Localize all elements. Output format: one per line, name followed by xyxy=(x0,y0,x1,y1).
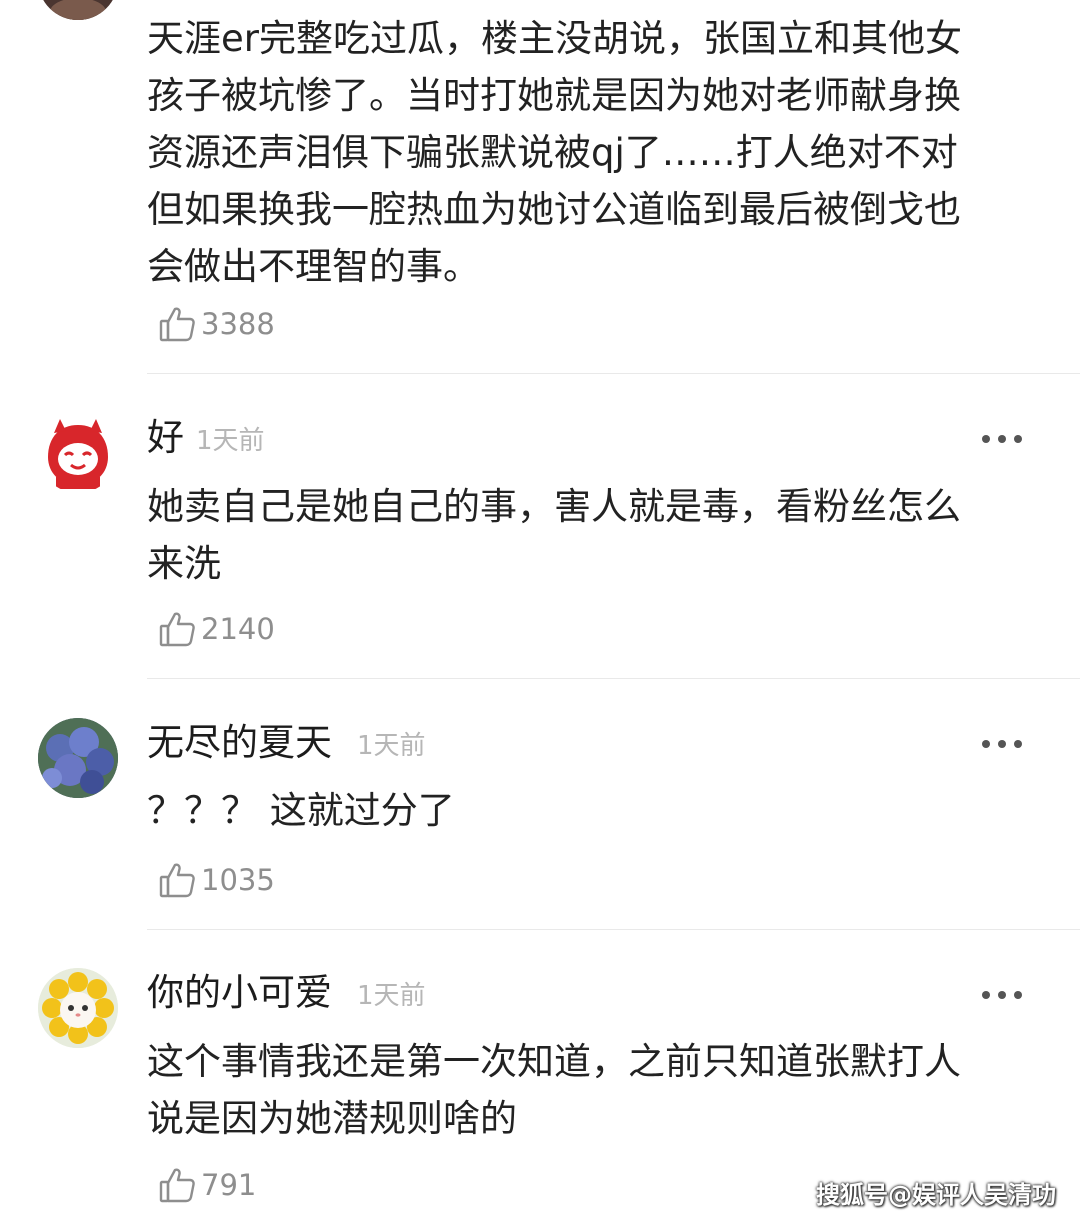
username[interactable]: 好 xyxy=(147,415,184,461)
divider xyxy=(147,373,1080,374)
more-dots-icon[interactable] xyxy=(982,434,1022,444)
like-button[interactable]: 3388 xyxy=(157,302,275,346)
thumbs-up-icon xyxy=(157,609,197,649)
username[interactable]: 无尽的夏天 xyxy=(147,720,332,766)
divider xyxy=(147,678,1080,679)
comment-line: 会做出不理智的事。 xyxy=(147,245,480,288)
more-dots-icon[interactable] xyxy=(982,990,1022,1000)
avatar[interactable] xyxy=(38,968,118,1048)
avatar[interactable] xyxy=(38,413,118,493)
comment-text: 天涯er完整吃过瓜，楼主没胡说，张国立和其他女 孩子被坑惨了。当时打她就是因为她… xyxy=(147,10,1037,295)
thumbs-up-icon xyxy=(157,860,197,900)
comment-line: 资源还声泪俱下骗张默说被qj了……打人绝对不对 xyxy=(147,131,958,174)
comment-line: 她卖自己是她自己的事，害人就是毒，看粉丝怎么 xyxy=(147,485,961,528)
timestamp: 1天前 xyxy=(357,731,426,761)
comment-line: ？？？ 这就过分了 xyxy=(147,789,455,832)
comment-line: 说是因为她潜规则啥的 xyxy=(147,1097,517,1140)
thumbs-up-icon xyxy=(157,304,197,344)
comment-text: 她卖自己是她自己的事，害人就是毒，看粉丝怎么 来洗 xyxy=(147,478,1037,592)
like-button[interactable]: 2140 xyxy=(157,607,275,651)
more-dots-icon[interactable] xyxy=(982,739,1022,749)
comment-line: 这个事情我还是第一次知道，之前只知道张默打人 xyxy=(147,1040,961,1083)
watermark: 搜狐号@娱评人吴清功 xyxy=(816,1181,1056,1209)
comment-line: 来洗 xyxy=(147,542,221,585)
comment-line: 孩子被坑惨了。当时打她就是因为她对老师献身换 xyxy=(147,74,961,117)
comment-list: 天涯er完整吃过瓜，楼主没胡说，张国立和其他女 孩子被坑惨了。当时打她就是因为她… xyxy=(0,0,1080,1222)
like-count: 3388 xyxy=(201,307,275,341)
timestamp: 1天前 xyxy=(196,426,265,456)
thumbs-up-icon xyxy=(157,1165,197,1205)
comment-text: ？？？ 这就过分了 xyxy=(147,782,1037,839)
avatar[interactable] xyxy=(38,718,118,798)
divider xyxy=(147,929,1080,930)
comment-text: 这个事情我还是第一次知道，之前只知道张默打人 说是因为她潜规则啥的 xyxy=(147,1033,1037,1147)
comment-line: 但如果换我一腔热血为她讨公道临到最后被倒戈也 xyxy=(147,188,961,231)
avatar[interactable] xyxy=(38,0,118,20)
timestamp: 1天前 xyxy=(357,981,426,1011)
like-count: 2140 xyxy=(201,612,275,646)
comment-line: 天涯er完整吃过瓜，楼主没胡说，张国立和其他女 xyxy=(147,17,962,60)
like-button[interactable]: 1035 xyxy=(157,858,275,902)
like-button[interactable]: 791 xyxy=(157,1163,256,1207)
like-count: 791 xyxy=(201,1168,257,1202)
username[interactable]: 你的小可爱 xyxy=(147,970,332,1016)
like-count: 1035 xyxy=(201,863,275,897)
